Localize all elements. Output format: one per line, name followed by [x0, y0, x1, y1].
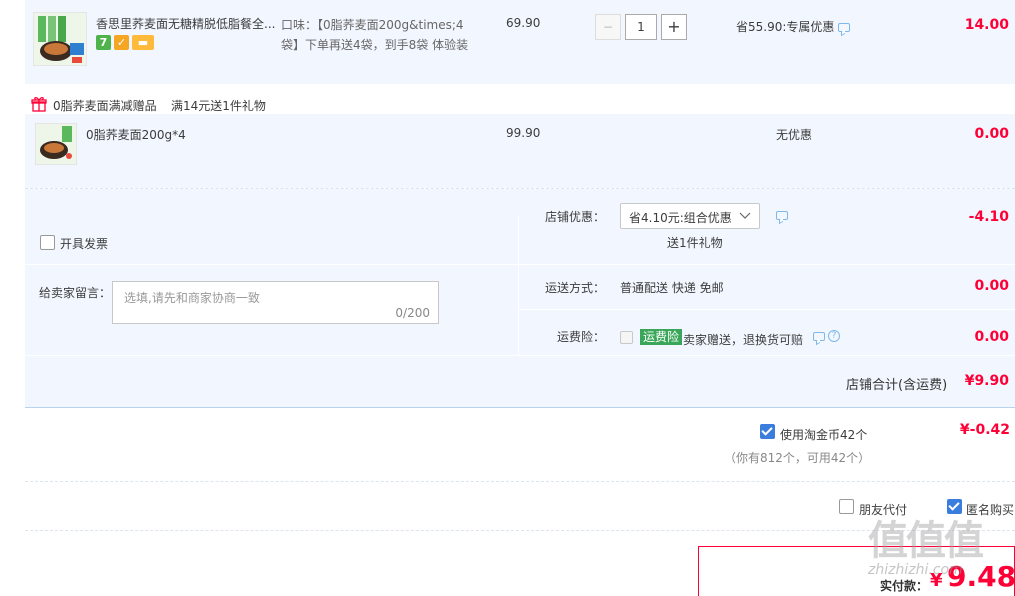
- invoice-label[interactable]: 开具发票: [60, 235, 108, 252]
- coins-checkbox[interactable]: [760, 424, 775, 439]
- question-icon[interactable]: ?: [828, 330, 840, 342]
- card-payment-icon: ▬: [132, 35, 154, 50]
- section-divider-3: [25, 530, 1015, 531]
- quantity-plus-button[interactable]: +: [661, 14, 687, 40]
- gift-icon: [31, 96, 47, 115]
- shop-discount-amount: -4.10: [968, 209, 1009, 225]
- discount-info-icon[interactable]: [776, 211, 788, 220]
- item-1-promo: 省55.90:专属优惠: [736, 20, 835, 34]
- section-divider-2: [25, 481, 1015, 482]
- item-2-thumbnail[interactable]: [35, 123, 77, 165]
- item-2-subtotal: 0.00: [974, 126, 1009, 142]
- item-row-1: [25, 0, 1015, 84]
- quantity-input[interactable]: 1: [625, 14, 657, 40]
- gift-icon-svg: [31, 97, 47, 112]
- shop-total-label: 店铺合计(含运费): [846, 378, 948, 393]
- message-input[interactable]: 选填,请先和商家协商一致 0/200: [112, 281, 439, 324]
- invoice-checkbox[interactable]: [40, 235, 55, 250]
- coins-label[interactable]: 使用淘金币42个: [780, 426, 867, 443]
- item-1-image: [34, 13, 86, 65]
- message-placeholder: 选填,请先和商家协商一致: [124, 291, 260, 305]
- item-1-title[interactable]: 香思里荞麦面无糖精脱低脂餐全...: [96, 15, 278, 32]
- message-label: 给卖家留言：: [39, 286, 112, 300]
- insurance-checkbox: [620, 331, 633, 344]
- gift-promotion-rule: 满14元送1件礼物: [171, 99, 266, 113]
- item-1-thumbnail[interactable]: [33, 12, 87, 66]
- promo-info-icon[interactable]: [838, 23, 850, 32]
- item-2-promo: 无优惠: [776, 128, 813, 142]
- shipping-amount: 0.00: [974, 278, 1009, 294]
- insurance-amount: 0.00: [974, 329, 1009, 345]
- coins-note: （你有812个，可用42个）: [724, 451, 871, 465]
- message-counter: 0/200: [395, 306, 430, 320]
- guarantee-icon: ✓: [114, 35, 129, 50]
- panel-inner-border-h2: [519, 309, 1015, 310]
- item-1-service-badges: 7 ✓ ▬: [96, 35, 157, 51]
- coins-amount: ¥-0.42: [959, 422, 1010, 438]
- quantity-stepper: − 1 +: [595, 14, 691, 40]
- item-1-sku: 口味：【0脂荞麦面200g&times;4袋】下单再送4袋，到手8袋 体验装: [281, 18, 469, 52]
- item-1-subtotal: 14.00: [964, 17, 1009, 33]
- seven-day-return-icon: 7: [96, 35, 111, 50]
- shop-discount-label: 店铺优惠：: [545, 210, 606, 224]
- shop-discount-select[interactable]: 省4.10元:组合优惠: [620, 203, 760, 229]
- panel-inner-border-v: [518, 215, 519, 355]
- shop-total-amount: ¥9.90: [964, 373, 1009, 389]
- insurance-text: 卖家赠送，退换货可赔: [683, 333, 804, 347]
- watermark-logo: 值值值: [868, 518, 984, 564]
- watermark-url: zhizhizhi.com: [868, 562, 963, 578]
- gift-promotion-label: 0脂荞麦面满减赠品: [53, 99, 157, 113]
- item-2-image: [36, 124, 76, 164]
- item-2-price: 99.90: [506, 126, 541, 140]
- item-1-price: 69.90: [506, 16, 541, 30]
- final-payment-label: 实付款：: [880, 579, 929, 593]
- insurance-chat-icon[interactable]: [813, 332, 825, 341]
- chevron-down-icon: [739, 212, 751, 219]
- insurance-tag: 运费险: [640, 329, 683, 345]
- item-2-title[interactable]: 0脂荞麦面200g*4: [86, 126, 186, 143]
- panel-inner-border-h1: [25, 264, 1015, 265]
- quantity-minus-button[interactable]: −: [595, 14, 621, 40]
- shipping-value: 普通配送 快递 免邮: [620, 281, 724, 295]
- shop-discount-selected: 省4.10元:组合优惠: [629, 211, 732, 225]
- friend-pay-checkbox[interactable]: [839, 499, 854, 514]
- shop-discount-note: 送1件礼物: [667, 236, 723, 250]
- panel-inner-border-h3: [25, 355, 1015, 356]
- insurance-label: 运费险：: [557, 330, 606, 344]
- shipping-label: 运送方式：: [545, 281, 606, 295]
